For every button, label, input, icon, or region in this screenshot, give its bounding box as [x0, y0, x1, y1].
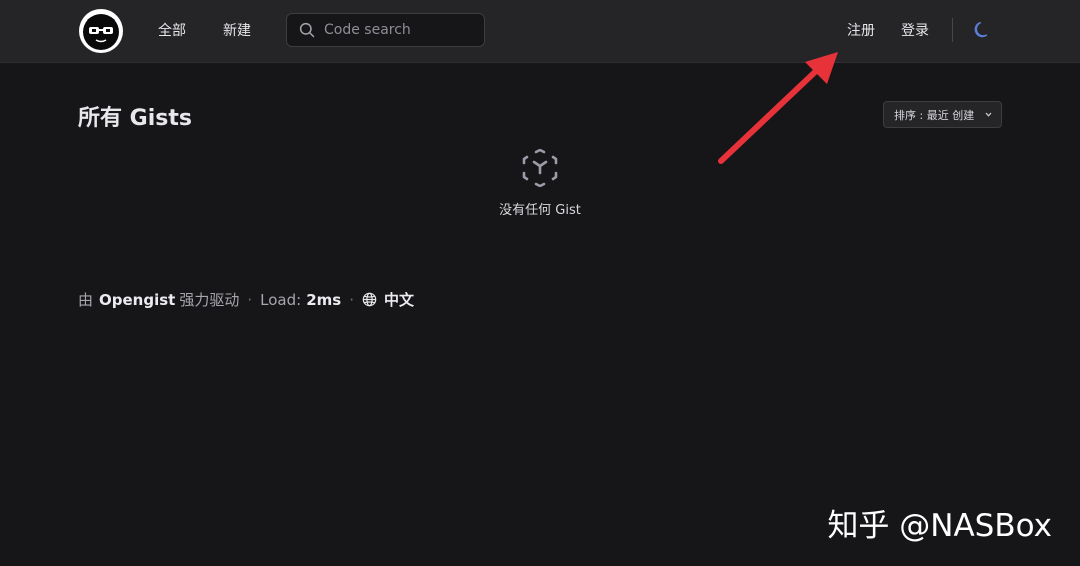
moon-icon[interactable]: [972, 20, 992, 40]
watermark-text: 知乎 @NASBox: [827, 508, 1052, 544]
page-title: 所有 Gists: [78, 106, 192, 131]
search-icon: [299, 22, 315, 38]
top-navbar: 全部 新建 注册 登录: [0, 0, 1080, 63]
search-box[interactable]: [286, 13, 485, 47]
footer-brand-link[interactable]: Opengist: [99, 291, 175, 309]
nav-all-link[interactable]: 全部: [158, 20, 186, 40]
annotation-arrow: [718, 52, 838, 164]
cube-icon: [522, 149, 558, 187]
language-selector[interactable]: 中文: [384, 289, 414, 310]
opengist-logo[interactable]: [78, 8, 124, 54]
footer-separator: ·: [349, 290, 354, 309]
register-link[interactable]: 注册: [847, 20, 875, 40]
sort-label: 排序 : 最近 创建: [894, 108, 975, 122]
sort-select[interactable]: 排序 : 最近 创建: [883, 101, 1002, 128]
chevron-down-icon: [985, 112, 992, 117]
footer-load-label: Load:: [260, 290, 302, 309]
footer-by: 由: [78, 291, 94, 309]
footer-powered: 强力驱动: [179, 291, 240, 309]
search-input[interactable]: [324, 22, 474, 38]
empty-state-text: 没有任何 Gist: [499, 203, 581, 218]
footer: 由 Opengist 强力驱动 · Load: 2ms · 中文: [78, 289, 414, 310]
footer-separator: ·: [247, 290, 253, 309]
globe-icon[interactable]: [362, 292, 377, 307]
nav-new-link[interactable]: 新建: [223, 20, 251, 40]
login-link[interactable]: 登录: [901, 20, 929, 40]
footer-load-value: 2ms: [306, 290, 342, 309]
nav-divider: [952, 18, 953, 42]
